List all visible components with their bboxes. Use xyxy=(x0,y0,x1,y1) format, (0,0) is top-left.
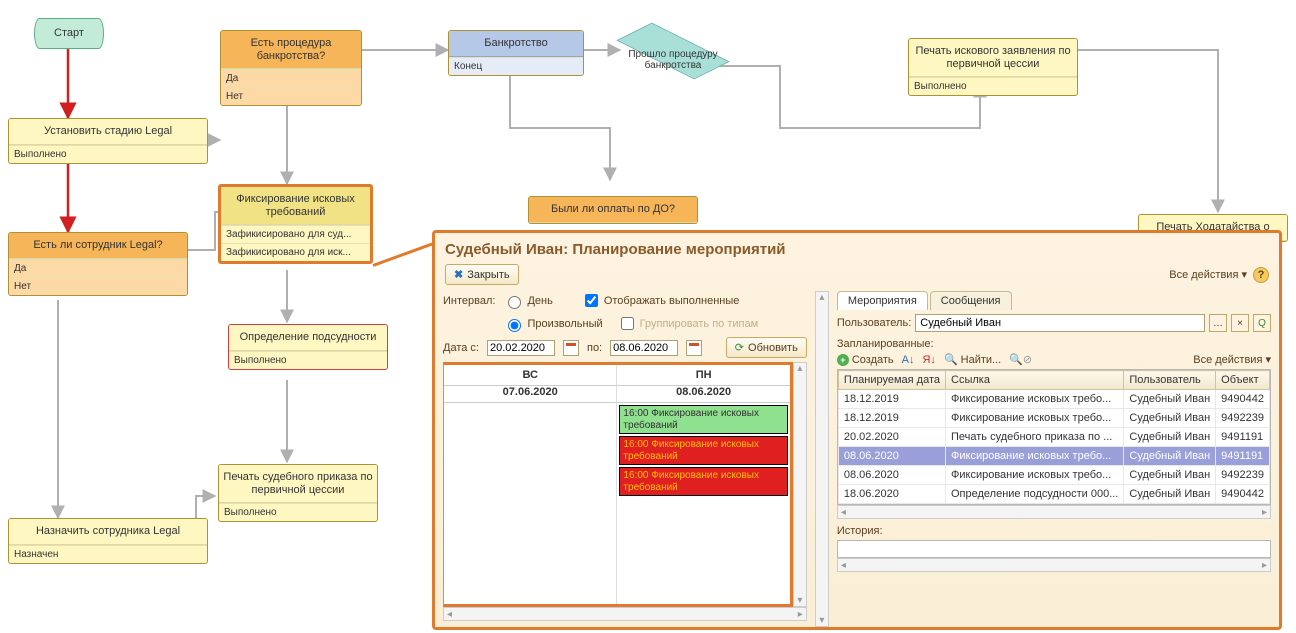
history-scrollbar-horizontal[interactable]: ◂▸ xyxy=(837,558,1271,572)
bankruptcy-node: Банкротство Конец xyxy=(448,30,584,76)
fix-claims-node[interactable]: Фиксирование исковых требований Зафикиси… xyxy=(218,184,373,264)
table-row[interactable]: 08.06.2020Фиксирование исковых требо...С… xyxy=(838,466,1269,485)
table-row[interactable]: 20.02.2020Печать судебного приказа по ..… xyxy=(838,428,1269,447)
create-button[interactable]: + Создать xyxy=(837,354,894,366)
splitter[interactable]: ▴▾ xyxy=(815,291,829,627)
clear-button[interactable]: × xyxy=(1231,314,1249,332)
planner-left-pane: Интервал: День Отображать выполненные Ин… xyxy=(435,291,815,627)
plus-icon: + xyxy=(837,354,849,366)
user-label: Пользователь: xyxy=(837,317,911,329)
help-icon[interactable]: ? xyxy=(1253,267,1269,283)
table-row[interactable]: 18.06.2020Определение подсудности 000...… xyxy=(838,485,1269,504)
define-jurisdiction-node: Определение подсудности Выполнено xyxy=(228,324,388,370)
show-done-checkbox[interactable]: Отображать выполненные xyxy=(581,291,740,310)
table-row[interactable]: 08.06.2020Фиксирование исковых требо...С… xyxy=(838,447,1269,466)
all-actions-menu[interactable]: Все действия xyxy=(1169,268,1247,281)
start-node: Старт xyxy=(34,18,104,49)
calendar-event[interactable]: 16:00 Фиксирование исковых требований xyxy=(619,405,787,434)
col-date[interactable]: Планируемая дата xyxy=(838,371,945,390)
table-row[interactable]: 18.12.2019Фиксирование исковых требо...С… xyxy=(838,390,1269,409)
calendar-events-empty xyxy=(444,403,616,604)
calendar-event[interactable]: 16:00 Фиксирование исковых требований xyxy=(619,436,787,465)
scheduled-label: Запланированные: xyxy=(837,338,1271,350)
interval-day-radio[interactable]: День xyxy=(503,293,552,309)
lookup-button[interactable]: Q xyxy=(1253,314,1271,332)
refresh-button[interactable]: ⟳ Обновить xyxy=(726,337,807,358)
planner-title: Судебный Иван: Планирование мероприятий xyxy=(435,233,1279,262)
calendar-icon[interactable] xyxy=(686,340,702,356)
group-by-type-checkbox[interactable]: Группировать по типам xyxy=(617,314,759,333)
calendar-icon[interactable] xyxy=(563,340,579,356)
sort-desc-icon[interactable]: Я↓ xyxy=(922,354,935,366)
history-grid[interactable] xyxy=(837,540,1271,558)
has-bankruptcy-node: Есть процедура банкротства? Да Нет xyxy=(220,30,362,106)
close-button[interactable]: ✖ Закрыть xyxy=(445,264,519,285)
grid-all-actions[interactable]: Все действия xyxy=(1193,353,1271,366)
find-button[interactable]: 🔍 Найти... xyxy=(944,353,1001,366)
clear-filter-icon[interactable]: 🔍⊘ xyxy=(1009,353,1032,366)
history-label: История: xyxy=(837,525,1271,537)
date-from-input[interactable] xyxy=(487,340,555,356)
set-stage-node: Установить стадию Legal Выполнено xyxy=(8,118,208,164)
scheduled-grid[interactable]: Планируемая дата Ссылка Пользователь Объ… xyxy=(837,369,1271,505)
col-ref[interactable]: Ссылка xyxy=(946,371,1124,390)
tab-messages[interactable]: Сообщения xyxy=(930,291,1012,310)
tab-events[interactable]: Мероприятия xyxy=(837,291,928,310)
ellipsis-button[interactable]: … xyxy=(1209,314,1227,332)
callout-line xyxy=(372,240,439,267)
calendar-grid: ВС 07.06.2020 ПН 08.06.2020 16:00 Фиксир… xyxy=(443,362,793,607)
date-to-label: по: xyxy=(587,342,602,354)
scrollbar-horizontal[interactable]: ◂▸ xyxy=(443,607,807,621)
table-row[interactable]: 18.12.2019Фиксирование исковых требо...С… xyxy=(838,409,1269,428)
grid-scrollbar-horizontal[interactable]: ◂▸ xyxy=(837,505,1271,519)
date-from-label: Дата с: xyxy=(443,342,479,354)
user-field[interactable] xyxy=(915,314,1205,332)
were-payments-node: Были ли оплаты по ДО? xyxy=(528,196,698,224)
refresh-icon: ⟳ xyxy=(735,341,744,354)
close-icon: ✖ xyxy=(454,268,463,281)
bankruptcy-done-diamond: Прошло процедуру банкротства xyxy=(608,38,738,76)
interval-arbitrary-radio[interactable]: Произвольный xyxy=(503,316,602,332)
date-to-input[interactable] xyxy=(610,340,678,356)
sort-asc-icon[interactable]: А↓ xyxy=(902,354,915,366)
col-obj[interactable]: Объект xyxy=(1216,371,1270,390)
interval-label: Интервал: xyxy=(443,295,495,307)
calendar-col-monday[interactable]: ПН 08.06.2020 16:00 Фиксирование исковых… xyxy=(617,365,789,604)
search-icon: 🔍 xyxy=(944,353,958,366)
calendar-col-sunday: ВС 07.06.2020 xyxy=(444,365,617,604)
scrollbar-vertical[interactable]: ▴▾ xyxy=(793,362,807,607)
planner-window: Судебный Иван: Планирование мероприятий … xyxy=(432,230,1282,630)
planner-right-pane: Мероприятия Сообщения Пользователь: … × … xyxy=(829,291,1279,627)
col-user[interactable]: Пользователь xyxy=(1124,371,1216,390)
print-order-primary-node: Печать судебного приказа по первичной це… xyxy=(218,464,378,522)
has-legal-emp-node: Есть ли сотрудник Legal? Да Нет xyxy=(8,232,188,296)
calendar-event[interactable]: 16:00 Фиксирование исковых требований xyxy=(619,467,787,496)
assign-legal-emp-node: Назначить сотрудника Legal Назначен xyxy=(8,518,208,564)
print-claim-primary-node: Печать искового заявления по первичной ц… xyxy=(908,38,1078,96)
